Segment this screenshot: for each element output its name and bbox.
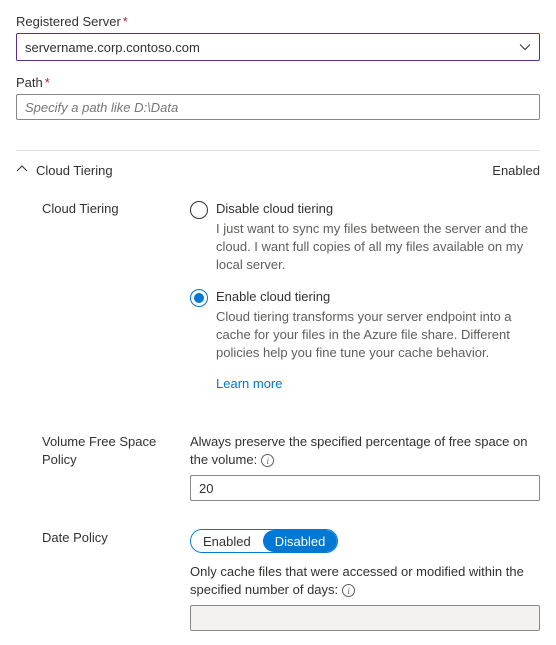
toggle-disabled-option[interactable]: Disabled [263,530,338,552]
date-policy-input [190,605,540,631]
cloud-tiering-status: Enabled [492,163,540,178]
volume-policy-help: Always preserve the specified percentage… [190,433,540,469]
disable-cloud-tiering-option[interactable]: Disable cloud tiering I just want to syn… [190,200,540,274]
date-policy-toggle[interactable]: Enabled Disabled [190,529,338,553]
volume-policy-label: Volume Free Space Policy [42,433,162,501]
cloud-tiering-section-title: Cloud Tiering [36,163,113,178]
disable-option-desc: I just want to sync my files between the… [216,220,540,274]
cloud-tiering-section-header[interactable]: Cloud Tiering Enabled [16,150,540,182]
radio-checked-icon [190,289,208,307]
disable-option-title: Disable cloud tiering [216,200,540,218]
chevron-down-icon [519,41,531,53]
radio-unchecked-icon [190,201,208,219]
path-input[interactable] [16,94,540,120]
enable-option-title: Enable cloud tiering [216,288,540,306]
date-policy-help: Only cache files that were accessed or m… [190,563,540,599]
volume-policy-input[interactable] [190,475,540,501]
registered-server-select[interactable]: servername.corp.contoso.com [16,33,540,61]
toggle-enabled-option[interactable]: Enabled [191,530,263,552]
path-label: Path* [16,75,540,90]
cloud-tiering-field-label: Cloud Tiering [42,200,162,405]
learn-more-link[interactable]: Learn more [216,376,282,391]
info-icon[interactable]: i [261,454,274,467]
chevron-up-icon [16,163,28,178]
enable-option-desc: Cloud tiering transforms your server end… [216,308,540,362]
registered-server-label: Registered Server* [16,14,540,29]
enable-cloud-tiering-option[interactable]: Enable cloud tiering Cloud tiering trans… [190,288,540,391]
info-icon[interactable]: i [342,584,355,597]
registered-server-value: servername.corp.contoso.com [25,40,200,55]
